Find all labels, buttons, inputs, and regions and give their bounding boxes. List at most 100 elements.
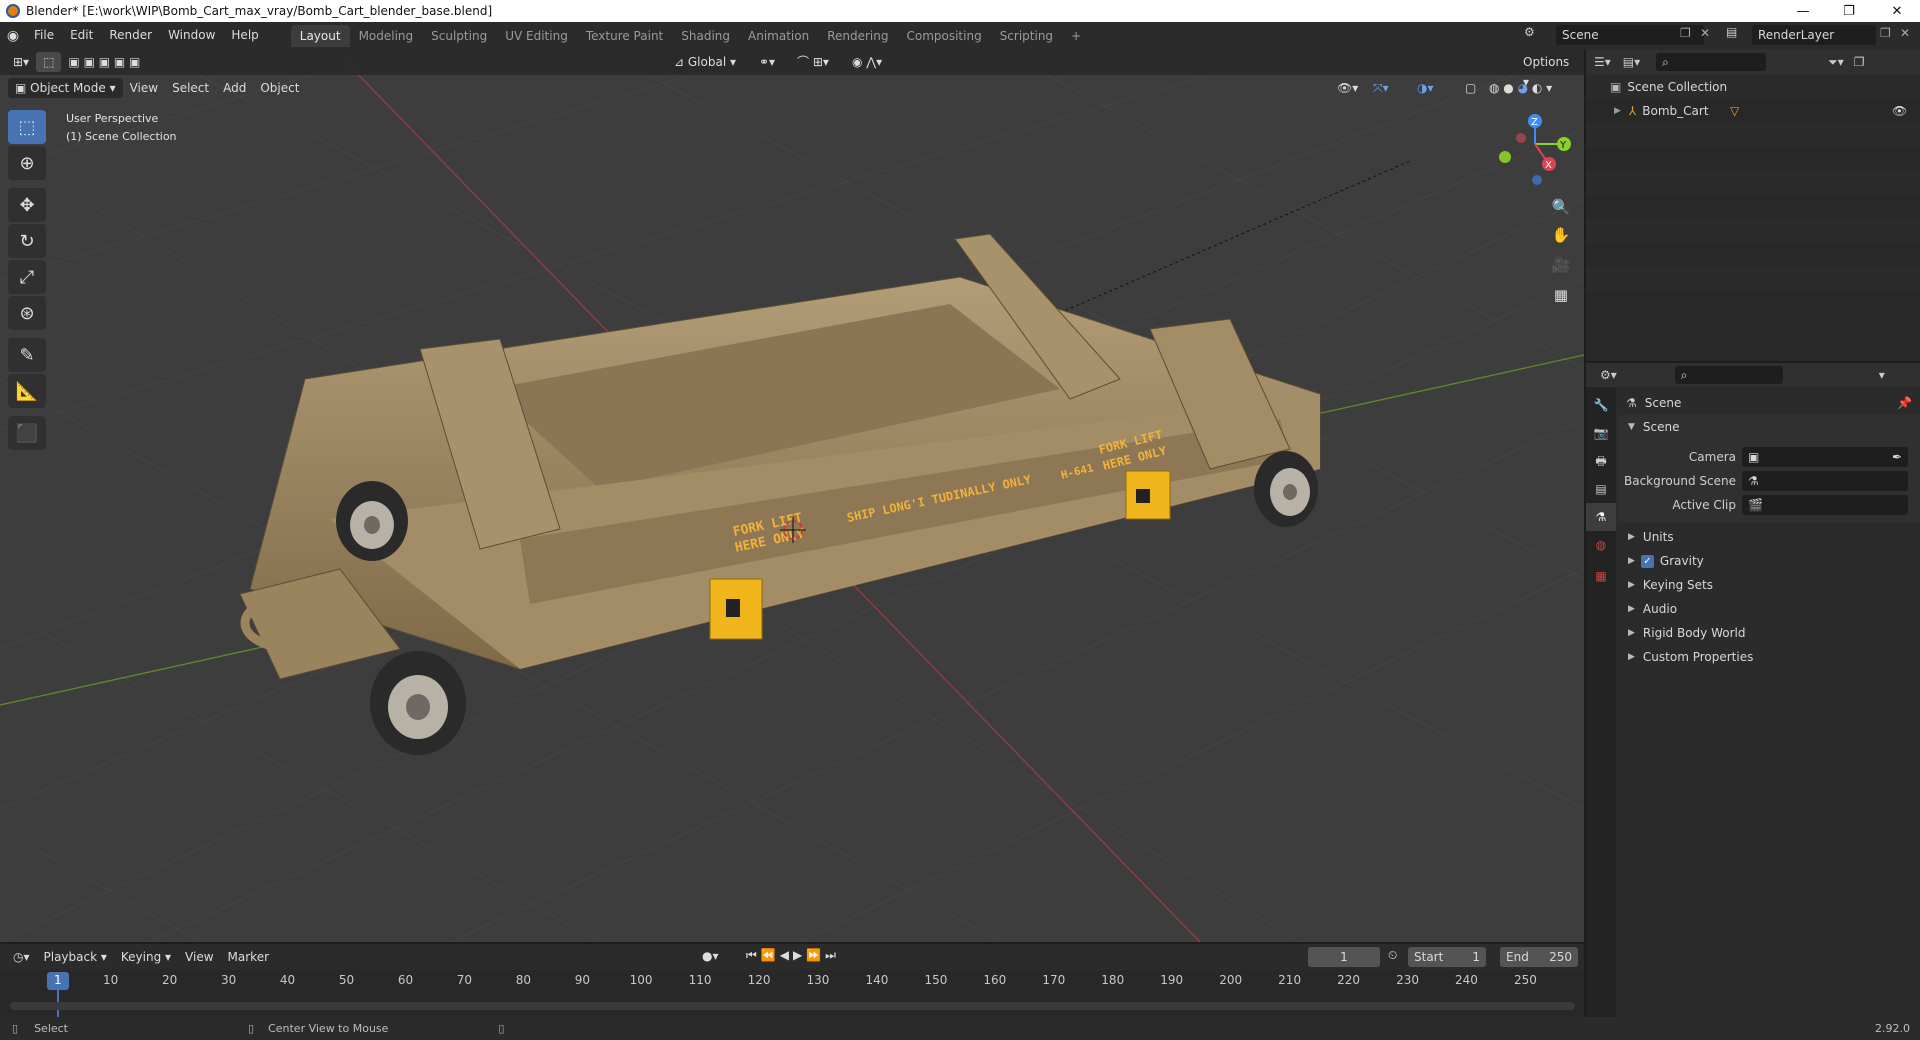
view-layer-icon[interactable]: ▤ <box>1726 25 1737 39</box>
scale-tool-icon[interactable]: ⤢ <box>8 260 46 294</box>
viewport-menu-select[interactable]: Select <box>165 78 216 98</box>
snap-icon[interactable]: ⌒ ⊞▾ <box>790 52 836 72</box>
restore-button[interactable]: ❐ <box>1826 0 1872 22</box>
playback-controls-icon[interactable]: ⏮⏪◀▶⏩⏭ <box>746 948 840 963</box>
keying-menu[interactable]: Keying ▾ <box>114 947 178 967</box>
tool-tab-icon[interactable]: 🔧 <box>1586 391 1616 419</box>
clock-icon[interactable]: ⏲ <box>1388 948 1397 963</box>
properties-editor-icon[interactable]: ⚙▾ <box>1600 368 1617 382</box>
rigid-body-world-section[interactable]: ▶ Rigid Body World <box>1618 621 1920 645</box>
tab-rendering[interactable]: Rendering <box>818 25 897 47</box>
gizmo-toggle-icon[interactable]: ⤧▾ <box>1366 78 1396 98</box>
outliner-search-input[interactable]: ⌕ <box>1656 53 1767 71</box>
playback-menu[interactable]: Playback ▾ <box>37 947 114 967</box>
add-cube-tool-icon[interactable]: ⬛ <box>8 416 46 450</box>
tab-modeling[interactable]: Modeling <box>350 25 423 47</box>
timeline-editor-icon[interactable]: ◷▾ <box>6 947 37 967</box>
outliner-row-scene-collection[interactable]: ▣ Scene Collection <box>1586 75 1920 99</box>
move-tool-icon[interactable]: ✥ <box>8 188 46 222</box>
pan-hand-icon[interactable]: ✋ <box>1548 222 1574 248</box>
transform-tool-icon[interactable]: ⊛ <box>8 296 46 330</box>
timeline-scrollbar[interactable] <box>10 1002 1575 1010</box>
ortho-toggle-icon[interactable]: ▦ <box>1548 282 1574 308</box>
pivot-icon[interactable]: ⚭▾ <box>752 52 782 72</box>
timeline-ruler[interactable]: 1 10 20 30 40 50 60 70 80 90 100 110 120 130 140 150 160… <box>0 970 1584 1017</box>
gravity-checkbox[interactable]: ✓ <box>1640 554 1654 568</box>
gravity-section[interactable]: ▶ ✓ Gravity <box>1618 549 1920 573</box>
view-layer-tab-icon[interactable]: ▤ <box>1586 475 1616 503</box>
tab-sculpting[interactable]: Sculpting <box>422 25 496 47</box>
background-scene-field[interactable]: ⚗ <box>1742 471 1908 491</box>
render-tab-icon[interactable]: 📷 <box>1586 419 1616 447</box>
new-collection-icon[interactable]: ❐ <box>1854 55 1865 69</box>
tab-scripting[interactable]: Scripting <box>991 25 1062 47</box>
tab-uv-editing[interactable]: UV Editing <box>496 25 577 47</box>
scene-icon[interactable]: ⚙ <box>1524 25 1535 39</box>
new-layer-icon[interactable]: ❐ <box>1880 26 1891 40</box>
close-button[interactable]: ✕ <box>1874 0 1920 22</box>
viewport-menu-add[interactable]: Add <box>216 78 253 98</box>
record-icon[interactable]: ●▾ <box>702 949 719 963</box>
3d-viewport[interactable]: FORK LIFT HERE ONLY SHIP LONG'I TUDINALL… <box>0 49 1584 942</box>
add-workspace-button[interactable]: + <box>1062 25 1090 47</box>
measure-tool-icon[interactable]: 📐 <box>8 374 46 408</box>
mode-dropdown[interactable]: ▣ Object Mode ▾ <box>8 78 123 98</box>
audio-section[interactable]: ▶ Audio <box>1618 597 1920 621</box>
camera-view-icon[interactable]: 🎥 <box>1548 252 1574 278</box>
tab-shading[interactable]: Shading <box>672 25 739 47</box>
new-scene-icon[interactable]: ❐ <box>1680 26 1691 40</box>
delete-layer-icon[interactable]: ✕ <box>1900 26 1910 40</box>
timeline-view-menu[interactable]: View <box>178 947 220 967</box>
zoom-icon[interactable]: 🔍 <box>1548 194 1574 220</box>
display-mode-icon[interactable]: ▤▾ <box>1623 55 1640 69</box>
xray-icon[interactable]: ▢ <box>1458 78 1483 98</box>
visibility-icon[interactable]: 👁▾ <box>1330 78 1365 98</box>
outliner-row-bomb-cart[interactable]: ▶ ⅄ Bomb_Cart ▽ 👁 <box>1586 99 1920 123</box>
select-tool-icon[interactable]: ⬚ <box>36 52 62 72</box>
menu-window[interactable]: Window <box>160 22 223 49</box>
menu-edit[interactable]: Edit <box>62 22 101 49</box>
transform-orientation-dropdown[interactable]: ⊿ Global ▾ <box>667 52 745 72</box>
camera-field[interactable]: ▣ ✒ <box>1742 447 1908 467</box>
eyedropper-icon[interactable]: ✒ <box>1892 447 1902 467</box>
viewport-menu-view[interactable]: View <box>123 78 165 98</box>
tab-layout[interactable]: Layout <box>290 24 350 47</box>
texture-tab-icon[interactable]: ▦ <box>1586 559 1616 593</box>
units-section[interactable]: ▶ Units <box>1618 525 1920 549</box>
pin-icon[interactable]: 📌 <box>1897 396 1912 410</box>
menu-help[interactable]: Help <box>223 22 266 49</box>
start-frame-field[interactable]: Start 1 <box>1408 947 1486 967</box>
world-tab-icon[interactable]: ◍ <box>1586 531 1616 559</box>
select-box-tool-icon[interactable]: ⬚ <box>8 110 46 144</box>
options-dropdown[interactable]: Options ▾ <box>1516 52 1584 89</box>
custom-properties-section[interactable]: ▶ Custom Properties <box>1618 645 1920 669</box>
expand-arrow-icon[interactable]: ▶ <box>1614 106 1621 116</box>
delete-scene-icon[interactable]: ✕ <box>1700 26 1710 40</box>
blender-menu-icon[interactable]: ◉ <box>0 28 26 44</box>
marker-menu[interactable]: Marker <box>221 947 276 967</box>
scene-panel-header[interactable]: ▼ Scene <box>1618 415 1920 439</box>
tab-texture-paint[interactable]: Texture Paint <box>577 25 672 47</box>
tab-animation[interactable]: Animation <box>739 25 818 47</box>
overlay-toggle-icon[interactable]: ◑▾ <box>1410 78 1441 98</box>
filter-icon[interactable]: ⏷▾ <box>1828 55 1844 70</box>
end-frame-field[interactable]: End 250 <box>1500 947 1578 967</box>
properties-options-icon[interactable]: ▾ <box>1879 368 1885 382</box>
annotate-tool-icon[interactable]: ✎ <box>8 338 46 372</box>
output-tab-icon[interactable]: 🖶 <box>1586 447 1616 475</box>
keying-sets-section[interactable]: ▶ Keying Sets <box>1618 573 1920 597</box>
cursor-tool-icon[interactable]: ⊕ <box>8 146 46 180</box>
outliner-editor-icon[interactable]: ☰▾ <box>1594 55 1611 69</box>
properties-search-input[interactable]: ⌕ <box>1674 366 1783 384</box>
menu-render[interactable]: Render <box>101 22 160 49</box>
render-layer-field[interactable]: RenderLayer <box>1752 25 1876 45</box>
proportional-edit-icon[interactable]: ◉ ⋀▾ <box>845 52 889 72</box>
rotate-tool-icon[interactable]: ↻ <box>8 224 46 258</box>
editor-type-icon[interactable]: ⊞▾ <box>6 52 36 72</box>
selection-mode-icons[interactable]: ▣ ▣ ▣ ▣ ▣ <box>61 52 147 72</box>
menu-file[interactable]: File <box>26 22 62 49</box>
active-clip-field[interactable]: 🎬 <box>1742 495 1908 515</box>
shading-modes-icon[interactable]: ◍ ● ◕ ◐ ▾ <box>1482 78 1559 98</box>
scene-tab-icon[interactable]: ⚗ <box>1586 503 1616 531</box>
visibility-eye-icon[interactable]: 👁 <box>1892 104 1907 118</box>
